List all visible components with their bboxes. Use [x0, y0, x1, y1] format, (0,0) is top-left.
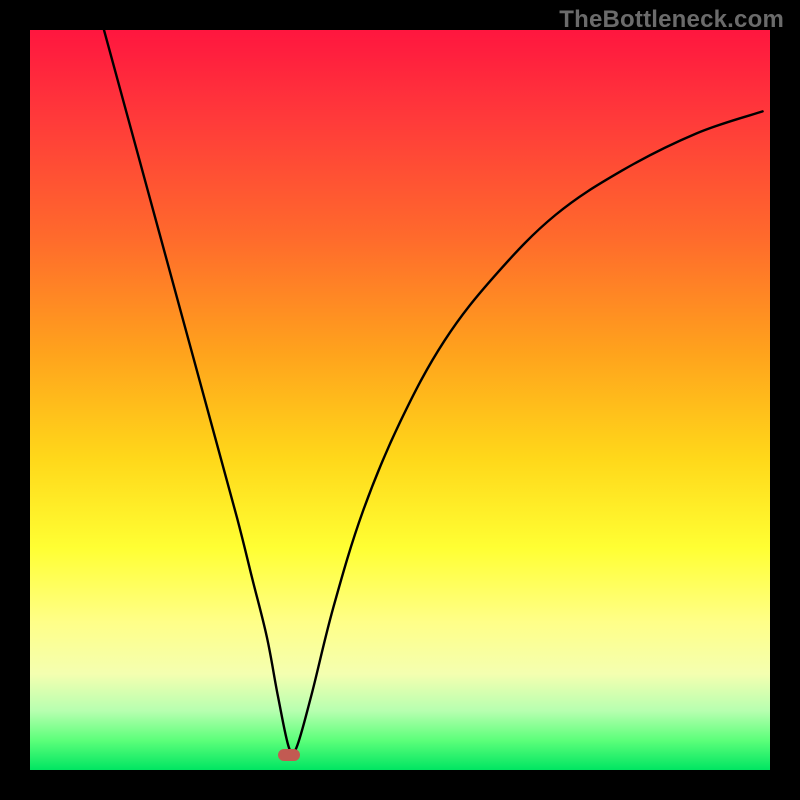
- watermark-text: TheBottleneck.com: [559, 6, 784, 34]
- chart-frame: TheBottleneck.com: [0, 0, 800, 800]
- series-curve: [30, 30, 770, 770]
- trough-marker: [278, 749, 300, 761]
- plot-area: [30, 30, 770, 770]
